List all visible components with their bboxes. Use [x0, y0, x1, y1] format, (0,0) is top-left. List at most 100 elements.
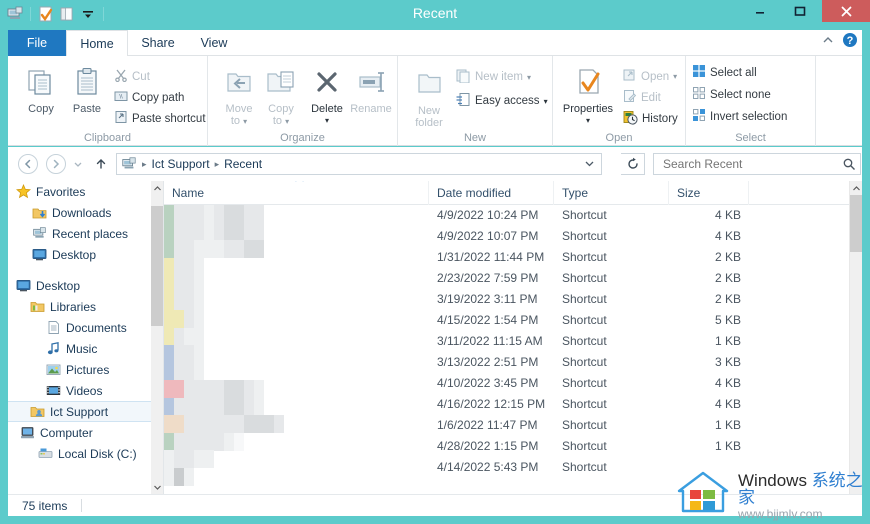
- nav-scrollbar-thumb[interactable]: [151, 206, 163, 326]
- select-all-button[interactable]: Select all: [692, 64, 757, 81]
- tab-file[interactable]: File: [8, 30, 66, 56]
- table-row[interactable]: 3/13/2022 2:51 PM Shortcut 3 KB: [164, 352, 862, 373]
- back-button[interactable]: [18, 154, 38, 174]
- copy-to-button[interactable]: Copy to ▾: [258, 66, 304, 128]
- tab-home[interactable]: Home: [66, 30, 128, 56]
- music-icon: [46, 341, 61, 356]
- refresh-button[interactable]: [621, 153, 645, 175]
- sidebar-item-pictures[interactable]: Pictures: [8, 359, 163, 380]
- breadcrumb-separator-2[interactable]: ▸: [213, 159, 222, 170]
- ribbon-tab-strip: File Home Share View ?: [8, 30, 862, 56]
- sidebar-item-recent-places[interactable]: Recent places: [8, 223, 163, 244]
- collapse-ribbon-icon[interactable]: [821, 33, 835, 52]
- maximize-button[interactable]: [780, 0, 820, 22]
- search-box[interactable]: [653, 153, 861, 175]
- tab-view[interactable]: View: [188, 30, 240, 56]
- easy-access-button[interactable]: Easy access ▾: [456, 92, 548, 110]
- new-item-button[interactable]: New item ▾: [456, 68, 531, 86]
- navigation-pane[interactable]: Favorites Downloads Recent places Desktop De…: [8, 181, 163, 494]
- cell-type: Shortcut: [562, 439, 607, 453]
- recent-locations-button[interactable]: [71, 157, 85, 171]
- delete-button[interactable]: Delete ▾: [304, 66, 350, 127]
- history-icon: [623, 110, 638, 128]
- breadcrumb[interactable]: ▸ Ict Support ▸ Recent: [116, 153, 602, 175]
- cell-size: 4 KB: [714, 208, 741, 222]
- column-header-size[interactable]: Size: [669, 181, 749, 205]
- table-row[interactable]: 2/23/2022 7:59 PM Shortcut 2 KB: [164, 268, 862, 289]
- open-button[interactable]: Open ▾: [623, 68, 677, 85]
- sidebar-item-desktop-fav[interactable]: Desktop: [8, 244, 163, 265]
- copy-button[interactable]: Copy: [18, 66, 64, 115]
- nav-scroll-up-button[interactable]: [151, 181, 163, 195]
- paste-shortcut-button[interactable]: Paste shortcut: [114, 110, 206, 127]
- sidebar-item-downloads[interactable]: Downloads: [8, 202, 163, 223]
- file-rows[interactable]: 4/9/2022 10:24 PM Shortcut 4 KB 4/9/2022 10…: [164, 205, 862, 478]
- nav-scroll-down-button[interactable]: [151, 480, 163, 494]
- file-list-pane[interactable]: Name Date modified Type Size 4/9/2022 10…: [164, 181, 862, 494]
- sidebar-item-favorites-label: Favorites: [36, 184, 86, 199]
- select-none-button[interactable]: Select none: [692, 86, 771, 103]
- table-row[interactable]: 4/10/2022 3:45 PM Shortcut 4 KB: [164, 373, 862, 394]
- search-input[interactable]: [661, 156, 842, 172]
- sidebar-item-libraries[interactable]: Libraries: [8, 296, 163, 317]
- column-header-blank[interactable]: [749, 181, 849, 205]
- cell-name: [164, 310, 188, 331]
- cell-type: Shortcut: [562, 208, 607, 222]
- close-button[interactable]: [822, 0, 870, 22]
- list-scroll-up-button[interactable]: [850, 181, 862, 195]
- copy-path-button[interactable]: \\ Copy path: [114, 89, 184, 106]
- table-row[interactable]: 4/9/2022 10:24 PM Shortcut 4 KB: [164, 205, 862, 226]
- select-none-icon: [692, 86, 706, 103]
- search-icon[interactable]: [842, 157, 856, 171]
- rename-button[interactable]: Rename: [348, 66, 394, 115]
- copy-to-icon: [267, 71, 294, 92]
- help-icon[interactable]: ?: [842, 32, 858, 53]
- sidebar-item-ict-support[interactable]: Ict Support: [8, 401, 163, 422]
- downloads-icon: [32, 205, 47, 220]
- sidebar-item-favorites[interactable]: Favorites: [8, 181, 163, 202]
- edit-button[interactable]: Edit: [623, 89, 661, 106]
- table-row[interactable]: 4/16/2022 12:15 PM Shortcut 4 KB: [164, 394, 862, 415]
- forward-button[interactable]: [46, 154, 66, 174]
- table-row[interactable]: 4/28/2022 1:15 PM Shortcut 1 KB: [164, 436, 862, 457]
- sidebar-item-desktop[interactable]: Desktop: [8, 275, 163, 296]
- up-button[interactable]: [92, 155, 110, 173]
- column-header-date-modified[interactable]: Date modified: [429, 181, 554, 205]
- new-folder-button[interactable]: New folder: [406, 68, 452, 129]
- breadcrumb-separator-1[interactable]: ▸: [140, 159, 149, 170]
- file-list-scrollbar[interactable]: [849, 181, 862, 494]
- table-row[interactable]: 4/15/2022 1:54 PM Shortcut 5 KB: [164, 310, 862, 331]
- address-dropdown-icon[interactable]: [584, 158, 595, 172]
- sidebar-item-computer[interactable]: Computer: [8, 422, 163, 443]
- sidebar-item-local-disk[interactable]: Local Disk (C:): [8, 443, 163, 464]
- table-row[interactable]: 3/19/2022 3:11 PM Shortcut 2 KB: [164, 289, 862, 310]
- sidebar-item-ict-support-label: Ict Support: [50, 404, 109, 419]
- sidebar-item-documents[interactable]: Documents: [8, 317, 163, 338]
- disk-icon: [38, 446, 53, 461]
- cell-type: Shortcut: [562, 460, 607, 474]
- paste-button[interactable]: Paste: [64, 66, 110, 115]
- cell-size: 1 KB: [714, 439, 741, 453]
- breadcrumb-item-ict-support[interactable]: Ict Support: [152, 157, 210, 171]
- tab-share[interactable]: Share: [130, 30, 186, 56]
- properties-button[interactable]: Properties ▾: [559, 66, 617, 127]
- table-row[interactable]: 1/6/2022 11:47 PM Shortcut 1 KB: [164, 415, 862, 436]
- move-to-button[interactable]: Move to ▾: [216, 66, 262, 128]
- history-button[interactable]: History: [623, 110, 678, 128]
- folder-tree[interactable]: Favorites Downloads Recent places Desktop De…: [8, 181, 163, 464]
- breadcrumb-item-recent[interactable]: Recent: [224, 157, 262, 171]
- copy-to-button-label2: to: [272, 115, 283, 127]
- nav-scrollbar[interactable]: [151, 181, 163, 494]
- sidebar-item-music[interactable]: Music: [8, 338, 163, 359]
- table-row[interactable]: 4/9/2022 10:07 PM Shortcut 4 KB: [164, 226, 862, 247]
- minimize-button[interactable]: [740, 0, 780, 22]
- sidebar-item-videos[interactable]: Videos: [8, 380, 163, 401]
- column-header-type[interactable]: Type: [554, 181, 669, 205]
- invert-selection-button[interactable]: Invert selection: [692, 108, 787, 125]
- refresh-icon: [627, 157, 638, 169]
- move-to-button-label2: to: [230, 115, 241, 127]
- table-row[interactable]: 3/11/2022 11:15 AM Shortcut 1 KB: [164, 331, 862, 352]
- cut-button[interactable]: Cut: [114, 68, 150, 85]
- file-list-scrollbar-thumb[interactable]: [850, 195, 862, 252]
- table-row[interactable]: 1/31/2022 11:44 PM Shortcut 2 KB: [164, 247, 862, 268]
